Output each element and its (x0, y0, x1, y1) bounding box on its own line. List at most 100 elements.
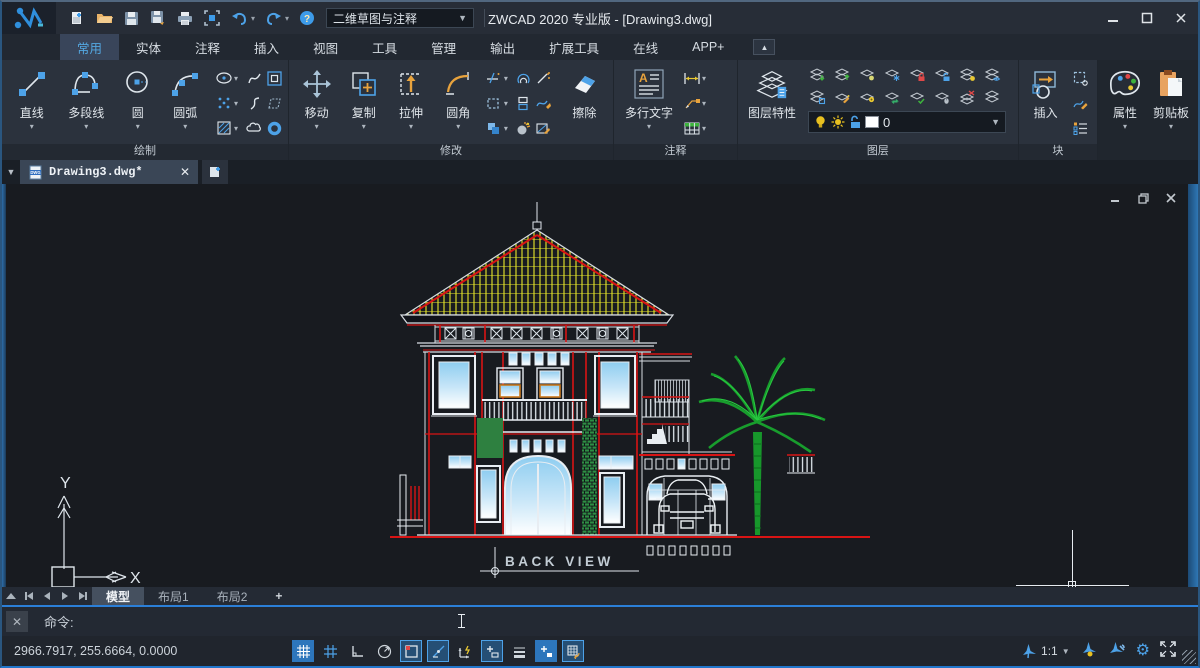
layer-previous-icon[interactable] (833, 87, 853, 107)
otrack-toggle[interactable] (427, 640, 449, 662)
break-button[interactable] (514, 94, 534, 114)
layer-delete-icon[interactable] (958, 87, 978, 107)
new-file-button[interactable] (68, 9, 86, 27)
polyline-button[interactable]: 多段线 ▾ (58, 64, 115, 142)
region-button[interactable] (264, 69, 284, 89)
layer-freeze-icon[interactable] (883, 65, 903, 85)
tab-insert[interactable]: 插入 (237, 34, 296, 60)
stretch-button[interactable]: 拉伸 ▾ (387, 64, 434, 142)
wipeout-button[interactable] (264, 94, 284, 114)
tab-layout1[interactable]: 布局1 (144, 587, 203, 605)
layer-lock-icon[interactable] (908, 65, 928, 85)
redo-button[interactable] (264, 9, 282, 27)
layer-select-icon[interactable] (933, 87, 953, 107)
donut-button[interactable] (264, 119, 284, 139)
attribute-manager-button[interactable] (1071, 119, 1091, 139)
document-list-dropdown[interactable]: ▼ (2, 160, 20, 184)
array-button[interactable] (484, 119, 504, 139)
ribbon-collapse-button[interactable]: ▲ (753, 39, 775, 55)
chevron-down-icon[interactable]: ▾ (234, 124, 244, 133)
dynamic-ucs-toggle[interactable] (454, 640, 476, 662)
save-button[interactable] (122, 9, 140, 27)
auto-annotation-scale-button[interactable] (1108, 641, 1126, 662)
mdi-close-button[interactable] (1164, 192, 1178, 204)
layer-off-icon[interactable] (808, 65, 828, 85)
help-button[interactable]: ? (298, 9, 316, 27)
osnap-toggle[interactable] (400, 640, 422, 662)
dimension-button[interactable] (682, 69, 702, 89)
tab-layout2[interactable]: 布局2 (203, 587, 262, 605)
command-close-button[interactable]: ✕ (6, 611, 28, 632)
chevron-down-icon[interactable]: ▾ (504, 74, 514, 83)
next-layout-button[interactable] (56, 587, 74, 605)
layer-walk-icon[interactable] (858, 87, 878, 107)
tab-solid[interactable]: 实体 (119, 34, 178, 60)
chevron-down-icon[interactable]: ▾ (702, 99, 712, 108)
document-tab-active[interactable]: DWG Drawing3.dwg* ✕ (20, 160, 198, 184)
dynamic-input-toggle[interactable] (481, 640, 503, 662)
layer-state-icon[interactable] (983, 87, 1003, 107)
first-layout-button[interactable] (20, 587, 38, 605)
tab-model[interactable]: 模型 (92, 587, 144, 605)
layer-bulb-icon[interactable] (858, 65, 878, 85)
spline-edit-button[interactable] (244, 94, 264, 114)
workspace-selector[interactable]: 二维草图与注释 ▼ (326, 8, 474, 28)
layer-properties-button[interactable]: 图层特性 (742, 64, 802, 142)
viewport-sync-toggle[interactable] (562, 640, 584, 662)
mtext-button[interactable]: A 多行文字 ▾ (618, 64, 680, 142)
chevron-down-icon[interactable]: ▾ (234, 74, 244, 83)
annotation-scale-button[interactable]: 1:1 ▼ (1020, 643, 1070, 659)
redo-dropdown-caret[interactable]: ▾ (285, 14, 289, 23)
print-button[interactable] (176, 9, 194, 27)
edit-polyline-button[interactable] (534, 94, 554, 114)
layer-match-icon[interactable] (808, 87, 828, 107)
lineweight-toggle[interactable] (508, 640, 530, 662)
copy-button[interactable]: 复制 ▾ (340, 64, 387, 142)
tab-tools[interactable]: 工具 (355, 34, 414, 60)
command-line[interactable]: ✕ 命令: (2, 607, 1198, 636)
prev-layout-button[interactable] (38, 587, 56, 605)
erase-button[interactable]: 擦除 (560, 64, 609, 142)
close-icon[interactable]: ✕ (180, 165, 190, 179)
layer-unlock-icon[interactable] (933, 65, 953, 85)
ortho-toggle[interactable] (346, 640, 368, 662)
properties-button[interactable]: 属性 ▾ (1102, 64, 1148, 142)
layer-isolate-icon[interactable] (958, 65, 978, 85)
revision-cloud-button[interactable] (244, 119, 264, 139)
canvas-scrollbar[interactable] (1188, 184, 1198, 587)
create-block-button[interactable] (1071, 69, 1091, 89)
tab-online[interactable]: 在线 (616, 34, 675, 60)
save-as-button[interactable] (149, 9, 167, 27)
point-button[interactable] (214, 94, 234, 114)
polar-toggle[interactable] (373, 640, 395, 662)
layer-merge-icon[interactable] (908, 87, 928, 107)
plot-preview-button[interactable] (203, 9, 221, 27)
layer-on-icon[interactable] (833, 65, 853, 85)
fullscreen-button[interactable] (1160, 641, 1176, 662)
tab-output[interactable]: 输出 (473, 34, 532, 60)
chevron-down-icon[interactable]: ▾ (702, 74, 712, 83)
ellipse-button[interactable] (214, 69, 234, 89)
insert-block-button[interactable]: 插入 (1023, 64, 1069, 142)
resize-grip[interactable] (1182, 650, 1196, 664)
trim-button[interactable] (484, 69, 504, 89)
undo-button[interactable] (230, 9, 248, 27)
explode-button[interactable] (514, 119, 534, 139)
undo-dropdown-caret[interactable]: ▾ (251, 14, 255, 23)
tab-app-plus[interactable]: APP+ (675, 34, 741, 60)
annotation-visibility-button[interactable] (1080, 641, 1098, 662)
hatch-button[interactable] (214, 119, 234, 139)
mdi-restore-button[interactable] (1136, 192, 1150, 204)
tab-manage[interactable]: 管理 (414, 34, 473, 60)
layer-swap-icon[interactable] (883, 87, 903, 107)
chevron-down-icon[interactable]: ▾ (504, 99, 514, 108)
layer-visibility-icon[interactable] (983, 65, 1003, 85)
tab-view[interactable]: 视图 (296, 34, 355, 60)
snap-toggle[interactable] (319, 640, 341, 662)
chevron-down-icon[interactable]: ▾ (504, 124, 514, 133)
maximize-button[interactable] (1130, 4, 1164, 32)
move-button[interactable]: 移动 ▾ (293, 64, 340, 142)
drawing-canvas[interactable]: Y X (2, 184, 1198, 587)
clipboard-button[interactable]: 剪贴板 ▾ (1148, 64, 1194, 142)
close-button[interactable] (1164, 4, 1198, 32)
